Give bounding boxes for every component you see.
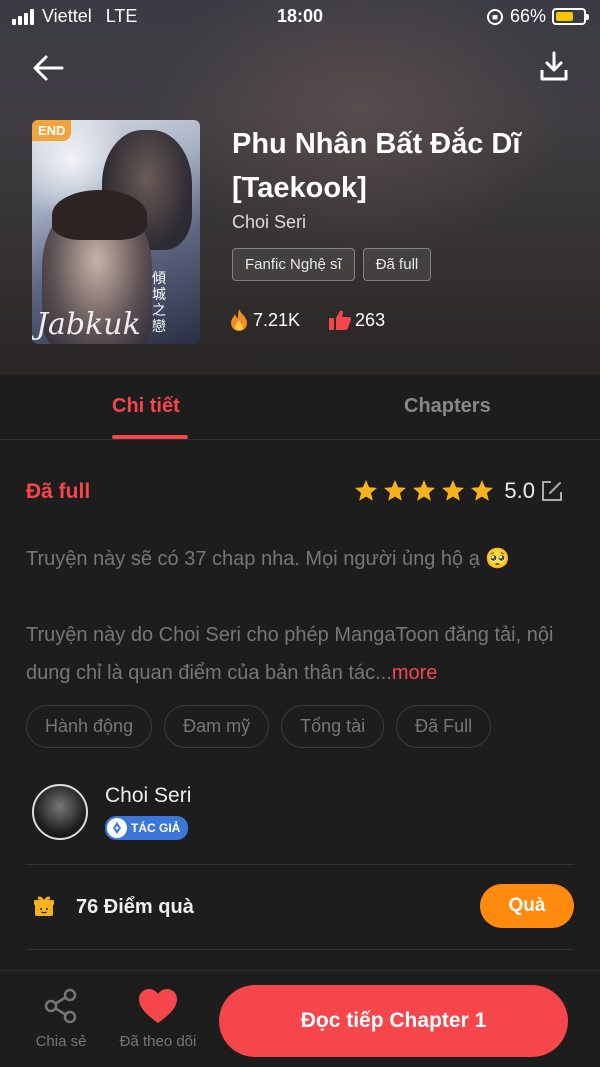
book-cover[interactable]: 傾城之戀 Jabkuk [32, 120, 200, 344]
thumbs-up-icon [329, 310, 351, 330]
star-icon [384, 479, 407, 501]
orientation-lock-icon [486, 8, 503, 25]
fire-icon [231, 309, 247, 331]
gift-row: 76 Điểm quà Quà [32, 884, 574, 930]
rating[interactable]: 5.0 [353, 478, 564, 504]
bottom-bar: Chia sẻ Đã theo dõi Đọc tiếp Chapter 1 [0, 970, 600, 1067]
share-button[interactable]: Chia sẻ [30, 987, 92, 1050]
gift-button[interactable]: Quà [480, 884, 574, 928]
star-icon [413, 479, 436, 501]
genre-chip[interactable]: Hành động [26, 705, 153, 748]
heart-icon [139, 989, 177, 1023]
tab-bar: Chi tiết Chapters [0, 375, 600, 440]
cover-script-text: Jabkuk [36, 307, 141, 342]
genre-chip[interactable]: Đã Full [396, 705, 492, 748]
cover-cjk-text: 傾城之戀 [152, 270, 166, 334]
likes-count: 263 [355, 309, 386, 330]
avatar[interactable] [32, 784, 88, 840]
rating-value: 5.0 [504, 478, 535, 503]
divider [26, 949, 574, 950]
status-bar: Viettel LTE 18:00 66% [0, 0, 600, 34]
end-badge: END [32, 120, 72, 141]
genre-chip[interactable]: Đam mỹ [164, 705, 270, 748]
completion-status: Đã full [26, 480, 91, 503]
book-header: Viettel LTE 18:00 66% 傾城之戀 Jabkuk END Ph… [0, 0, 600, 375]
tag-fanfic[interactable]: Fanfic Nghệ sĩ [232, 248, 355, 281]
gift-icon [34, 896, 54, 916]
divider [26, 864, 574, 865]
follow-label: Đã theo dõi [119, 1033, 197, 1050]
download-icon[interactable] [538, 50, 570, 84]
battery-icon [552, 8, 589, 25]
star-icon [442, 479, 465, 501]
book-disclaimer: Truyện này do Choi Seri cho phép MangaTo… [26, 616, 566, 692]
share-icon [44, 988, 77, 1024]
more-link[interactable]: more [392, 662, 438, 684]
share-label: Chia sẻ [35, 1033, 87, 1050]
book-tags: Fanfic Nghệ sĩ Đã full [232, 248, 432, 281]
author-badge: TÁC GIẢ [105, 816, 189, 840]
book-stats: 7.21K 263 [228, 308, 413, 332]
battery-percent: 66% [509, 6, 546, 26]
battery-fill [556, 12, 574, 21]
follow-button[interactable]: Đã theo dõi [112, 987, 204, 1050]
active-tab-indicator [112, 435, 188, 439]
continue-reading-button[interactable]: Đọc tiếp Chapter 1 [219, 985, 568, 1057]
edit-icon[interactable] [540, 479, 564, 503]
author-badge-label: TÁC GIẢ [131, 821, 181, 835]
book-title: Phu Nhân Bất Đắc Dĩ [Taekook] [232, 128, 521, 204]
tab-details[interactable]: Chi tiết [112, 395, 180, 418]
genre-chips: Hành động Đam mỹ Tổng tài Đã Full [26, 705, 492, 748]
tab-chapters[interactable]: Chapters [404, 395, 491, 418]
star-icon [355, 479, 378, 501]
back-arrow-icon[interactable] [30, 52, 66, 84]
tag-full[interactable]: Đã full [362, 248, 432, 281]
book-description: Truyện này sẽ có 37 chap nha. Mọi người … [26, 548, 511, 570]
star-icon [471, 479, 494, 501]
genre-chip[interactable]: Tổng tài [281, 705, 385, 748]
book-author[interactable]: Choi Seri [232, 212, 306, 233]
views-count: 7.21K [253, 309, 301, 330]
pen-icon [113, 822, 121, 834]
author-row[interactable]: Choi Seri TÁC GIẢ [32, 782, 572, 846]
author-name: Choi Seri [105, 784, 192, 807]
gift-points: 76 Điểm quà [76, 896, 194, 918]
disclaimer-text: Truyện này do Choi Seri cho phép MangaTo… [26, 624, 554, 684]
